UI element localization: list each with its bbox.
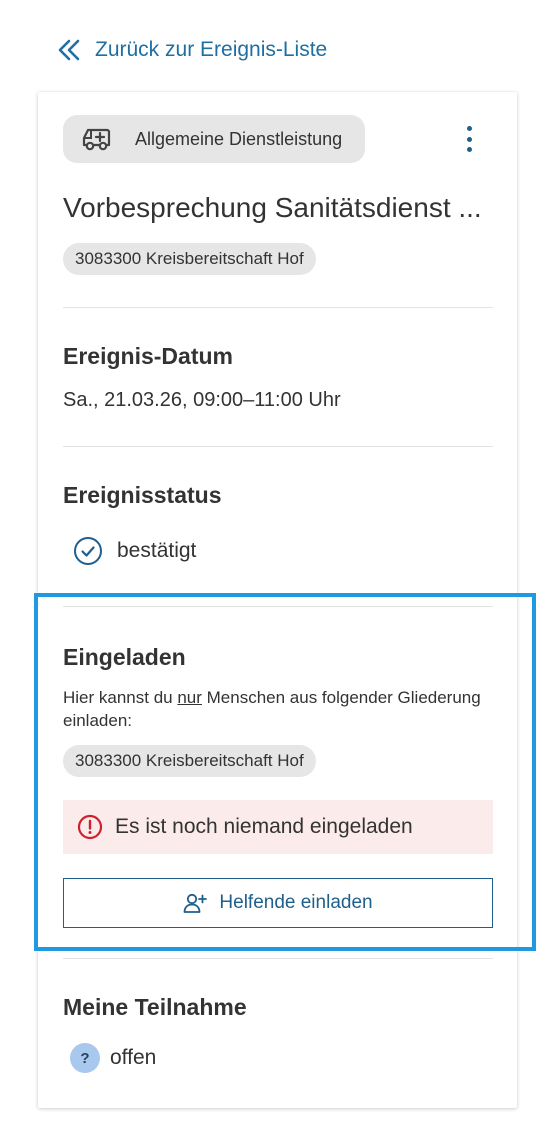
double-chevron-left-icon [58,39,80,61]
kebab-dot-icon [466,126,472,131]
invited-section-highlight [34,593,536,951]
my-participation-status: ? offen [70,1043,156,1073]
ambulance-icon [82,128,111,151]
organization-chip: 3083300 Kreisbereitschaft Hof [63,243,316,275]
date-section-heading: Ereignis-Datum [63,343,233,369]
back-link-label: Zurück zur Ereignis-Liste [95,38,328,61]
back-to-event-list-link[interactable]: Zurück zur Ereignis-Liste [57,38,327,62]
kebab-dot-icon [466,136,472,142]
event-title: Vorbesprechung Sanitätsdienst ... [63,192,482,223]
status-section-heading: Ereignisstatus [63,482,222,508]
event-type-chip: Allgemeine Dienstleistung [63,115,365,163]
more-options-menu-button[interactable] [460,122,478,156]
question-mark-icon: ? [70,1043,100,1073]
event-status-label: bestätigt [117,539,197,562]
event-date-value: Sa., 21.03.26, 09:00–11:00 Uhr [63,389,341,411]
event-status: bestätigt [73,536,196,566]
participation-section-heading: Meine Teilnahme [63,994,247,1020]
divider [63,958,493,959]
event-type-label: Allgemeine Dienstleistung [135,128,343,149]
check-circle-icon [74,537,102,565]
kebab-dot-icon [466,147,472,152]
divider [63,307,493,308]
divider [63,446,493,447]
participation-label: offen [110,1046,157,1069]
